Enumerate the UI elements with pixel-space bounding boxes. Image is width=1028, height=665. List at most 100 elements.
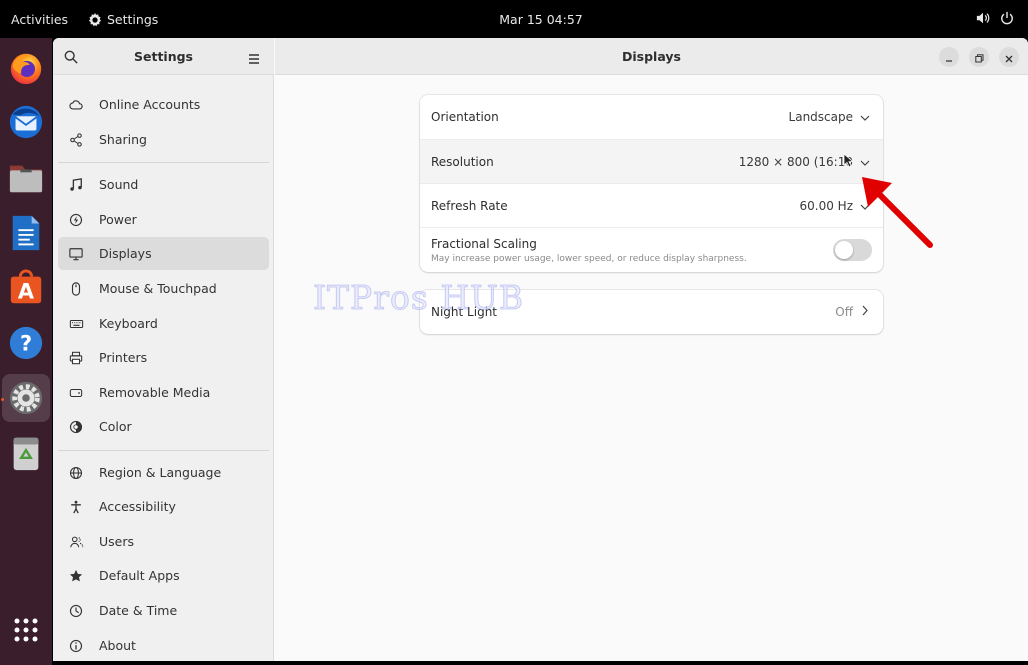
settings-window: Settings Online Accounts Sharing Sound P… xyxy=(53,38,1028,661)
sidebar-item-label: Printers xyxy=(99,350,148,365)
sidebar-item-label: Online Accounts xyxy=(99,97,201,112)
mouse-icon xyxy=(66,281,86,296)
fractional-scaling-row: Fractional Scaling May increase power us… xyxy=(420,228,883,272)
night-light-row[interactable]: Night Light Off xyxy=(420,290,883,334)
removable-media-icon xyxy=(66,386,86,400)
fractional-scaling-description: May increase power usage, lower speed, o… xyxy=(431,254,747,264)
active-indicator xyxy=(1,398,4,401)
sidebar-item-printers[interactable]: Printers xyxy=(58,341,269,374)
power-menu-icon[interactable] xyxy=(1000,11,1014,25)
printer-icon xyxy=(66,351,86,365)
sidebar-item-label: Sharing xyxy=(99,132,147,147)
sidebar-divider xyxy=(58,450,269,451)
sidebar-item-sound[interactable]: Sound xyxy=(58,168,269,201)
thunderbird-icon[interactable] xyxy=(2,98,50,146)
keyboard-icon xyxy=(66,317,86,331)
sidebar-item-label: Removable Media xyxy=(99,385,211,400)
music-note-icon xyxy=(66,177,86,192)
sidebar-item-color[interactable]: Color xyxy=(58,410,269,443)
sidebar-item-label: Date & Time xyxy=(99,603,178,618)
sidebar-item-about[interactable]: About xyxy=(58,629,269,661)
sidebar-item-removable-media[interactable]: Removable Media xyxy=(58,376,269,409)
close-icon xyxy=(1005,48,1013,67)
resolution-row[interactable]: Resolution 1280 × 800 (16:10 xyxy=(420,140,883,183)
cloud-icon xyxy=(66,98,86,112)
color-icon xyxy=(66,420,86,434)
sidebar-item-label: Default Apps xyxy=(99,568,180,583)
sidebar-item-keyboard[interactable]: Keyboard xyxy=(58,307,269,340)
sidebar-item-users[interactable]: Users xyxy=(58,525,269,558)
resolution-label: Resolution xyxy=(431,154,494,169)
sidebar-item-label: Users xyxy=(99,534,135,549)
maximize-button[interactable] xyxy=(969,47,989,67)
libreoffice-writer-icon[interactable] xyxy=(2,209,50,257)
sidebar-header: Settings xyxy=(53,38,274,75)
orientation-row[interactable]: Orientation Landscape xyxy=(420,95,883,139)
accessibility-icon xyxy=(66,500,86,514)
power-icon xyxy=(66,213,86,227)
sidebar-item-displays[interactable]: Displays xyxy=(58,237,269,270)
system-tray[interactable] xyxy=(976,11,1014,25)
sidebar-item-label: Region & Language xyxy=(99,465,222,480)
sidebar-item-label: Color xyxy=(99,419,132,434)
top-bar: Activities Settings Mar 15 04:57 xyxy=(0,0,1028,38)
annotation-arrow xyxy=(860,175,936,255)
content-header: Displays xyxy=(275,38,1028,75)
sidebar-item-sharing[interactable]: Sharing xyxy=(58,123,269,156)
volume-icon[interactable] xyxy=(976,11,990,25)
minimize-button[interactable] xyxy=(939,47,959,67)
sidebar-item-label: Keyboard xyxy=(99,316,158,331)
sidebar-item-region-language[interactable]: Region & Language xyxy=(58,456,269,489)
dock: A ? xyxy=(0,38,52,665)
night-light-label: Night Light xyxy=(431,305,497,319)
svg-text:A: A xyxy=(18,279,35,303)
sidebar-divider xyxy=(58,162,269,163)
sidebar-item-label: Power xyxy=(99,212,137,227)
sidebar-item-label: Displays xyxy=(99,246,152,261)
share-icon xyxy=(66,132,86,147)
night-light-value: Off xyxy=(835,305,853,319)
app-center-icon[interactable]: A xyxy=(2,264,50,312)
sidebar-title: Settings xyxy=(133,49,193,64)
close-button[interactable] xyxy=(999,47,1019,67)
chevron-down-icon xyxy=(860,110,870,124)
svg-text:?: ? xyxy=(20,332,32,356)
orientation-label: Orientation xyxy=(431,110,499,124)
help-icon[interactable]: ? xyxy=(2,319,50,367)
sidebar: Settings Online Accounts Sharing Sound P… xyxy=(53,38,274,661)
sidebar-item-default-apps[interactable]: Default Apps xyxy=(58,559,269,592)
restore-icon xyxy=(974,48,984,67)
info-icon xyxy=(66,639,86,653)
sidebar-item-label: Mouse & Touchpad xyxy=(99,281,217,296)
refresh-rate-row[interactable]: Refresh Rate 60.00 Hz xyxy=(420,184,883,227)
chevron-down-icon xyxy=(860,155,870,169)
users-icon xyxy=(66,535,86,549)
trash-icon[interactable] xyxy=(2,429,50,477)
sidebar-item-power[interactable]: Power xyxy=(58,203,269,236)
clock[interactable]: Mar 15 04:57 xyxy=(0,12,1028,27)
globe-icon xyxy=(66,466,86,480)
sidebar-item-online-accounts[interactable]: Online Accounts xyxy=(58,88,269,121)
resolution-value: 1280 × 800 (16:10 xyxy=(738,154,853,169)
sidebar-item-mouse-touchpad[interactable]: Mouse & Touchpad xyxy=(58,272,269,305)
hamburger-menu-icon[interactable] xyxy=(248,50,260,69)
fractional-scaling-label: Fractional Scaling xyxy=(431,237,537,251)
firefox-icon[interactable] xyxy=(2,44,50,92)
files-icon[interactable] xyxy=(2,154,50,202)
sidebar-item-date-time[interactable]: Date & Time xyxy=(58,594,269,627)
clock-icon xyxy=(66,604,86,618)
show-apps-grid-icon[interactable] xyxy=(2,606,50,654)
page-title: Displays xyxy=(622,49,681,64)
night-light-card: Night Light Off xyxy=(420,290,883,334)
display-settings-card: Orientation Landscape Resolution 1280 × … xyxy=(420,95,883,272)
refresh-rate-label: Refresh Rate xyxy=(431,198,508,213)
sidebar-item-label: Accessibility xyxy=(99,499,176,514)
sidebar-item-label: About xyxy=(99,638,136,653)
star-icon xyxy=(66,569,86,583)
settings-icon[interactable] xyxy=(2,374,50,422)
monitor-icon xyxy=(66,247,86,261)
orientation-value: Landscape xyxy=(788,110,853,124)
sidebar-item-accessibility[interactable]: Accessibility xyxy=(58,490,269,523)
minimize-icon xyxy=(945,48,953,67)
switch-knob xyxy=(835,241,853,259)
